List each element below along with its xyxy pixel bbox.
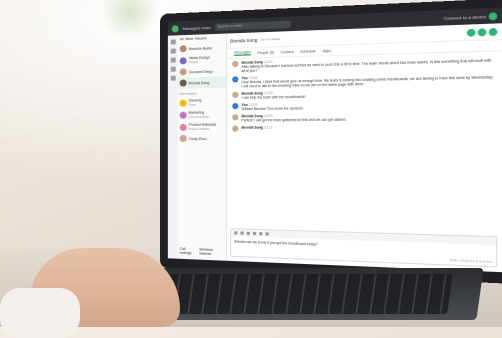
sidebar-footer: Call settings Wireless Internet (178, 245, 226, 259)
contact-name: Brandon Burke (188, 45, 213, 51)
space-name: Dancing Team (188, 98, 202, 107)
tab-apps[interactable]: Apps (322, 48, 331, 53)
contact-name: Intelia Design Project (188, 55, 210, 65)
message-author: Brenda Song (241, 125, 263, 130)
message-text: Perfect! I will get the team gathered fo… (241, 117, 347, 123)
avatar (232, 91, 239, 98)
avatar (179, 56, 187, 64)
laptop-screen: Managers team Search or enter Connect to… (167, 7, 502, 273)
call-icon[interactable] (170, 66, 176, 72)
bold-icon[interactable] (234, 231, 238, 235)
device-status[interactable]: Connect to a device (444, 13, 486, 20)
header-actions (466, 27, 498, 37)
avatar (179, 79, 187, 87)
video-call-icon[interactable] (477, 27, 487, 36)
space-name: Cindy Zhou (188, 136, 207, 141)
sidebar-item-space[interactable]: Marketing Communication (178, 108, 226, 121)
audio-call-icon[interactable] (466, 28, 476, 37)
mention-icon[interactable] (265, 232, 269, 236)
conversation-title: Brenda Song (230, 37, 258, 44)
message-text: I can help the team with the moodboards! (241, 94, 306, 100)
conversation-subtitle: Do not disturb (260, 36, 281, 42)
current-user-label: Managers team (182, 24, 211, 31)
calendar-icon[interactable] (170, 57, 176, 63)
tab-content[interactable]: Content (280, 49, 293, 54)
avatar (232, 114, 239, 121)
meeting-icon[interactable] (170, 75, 176, 81)
team-icon[interactable] (170, 48, 176, 54)
list-item: Brenda Song 13:09 Perfect! I will get the… (232, 112, 495, 123)
laptop-keyboard (147, 274, 453, 314)
tab-people[interactable]: People (5) (257, 50, 274, 55)
list-item: You 13:09 Brilliant Brenda! This move the… (232, 100, 495, 112)
message-list: Brenda Song 13:00 After talking to Giovan… (226, 51, 502, 137)
tab-schedule[interactable]: Schedule (300, 49, 316, 54)
emoji-icon[interactable] (259, 232, 263, 236)
list-item: Brenda Song 13:11 (232, 124, 495, 132)
message-text: Dear Brenda, I think that would give us … (241, 75, 494, 89)
space-icon (179, 123, 187, 131)
underline-icon[interactable] (246, 231, 250, 235)
italic-icon[interactable] (240, 231, 244, 235)
avatar (179, 134, 187, 143)
laptop-screen-bezel: Managers team Search or enter Connect to… (160, 0, 502, 284)
chat-icon[interactable] (170, 39, 176, 45)
avatar (179, 45, 187, 53)
filter-recent[interactable]: Recent (195, 36, 206, 40)
search-input[interactable]: Search or enter (214, 20, 291, 31)
contact-name: Giovanni Diego (188, 69, 213, 74)
composer-hint: Shift + Enter for a new line (449, 257, 493, 264)
list-item: Brenda Song 13:08 I can help the team wit… (232, 87, 495, 100)
sidebar-item-selected[interactable]: Brenda Song (177, 76, 227, 89)
message-text: Brilliant Brenda! This move the revision… (241, 106, 303, 112)
space-name: Marketing Communication (188, 110, 210, 119)
add-people-icon[interactable] (488, 27, 498, 36)
avatar[interactable] (171, 24, 179, 33)
filter-mute[interactable]: Mute (186, 37, 194, 41)
message-time: 13:11 (263, 125, 273, 130)
tab-messages[interactable]: Messages (234, 50, 251, 56)
avatar (232, 60, 239, 68)
avatar (179, 68, 187, 76)
filter-all[interactable]: All (180, 37, 184, 41)
sidebar-item-space[interactable]: Dancing Team (178, 96, 226, 109)
avatar (232, 76, 239, 83)
attach-icon[interactable] (252, 231, 257, 236)
avatar (232, 102, 239, 110)
contact-name: Brenda Song (188, 80, 210, 85)
list-item: You 13:08 Dear Brenda, I think that would… (232, 71, 495, 89)
sidebar: All Mute Recent Brandon Burke Intelia De… (177, 33, 228, 261)
conversation-pane: Brenda Song Do not disturb Messages Peop… (226, 23, 502, 272)
avatar (232, 125, 239, 132)
call-button[interactable] (488, 11, 498, 20)
space-name: Product Materials Project updates (188, 122, 217, 131)
space-icon (179, 99, 187, 107)
space-icon (179, 111, 187, 119)
sidebar-item-space[interactable]: Product Materials Project updates (178, 121, 226, 133)
message-composer[interactable]: Brenda can we know if you got the moodbo… (230, 228, 498, 268)
top-bar-actions: Connect to a device (444, 11, 498, 22)
shirt-sleeve (0, 288, 80, 338)
sidebar-item-space[interactable]: Cindy Zhou (178, 133, 226, 144)
wireless-status[interactable]: Wireless Internet (199, 247, 224, 256)
call-settings-link[interactable]: Call settings (180, 247, 198, 256)
